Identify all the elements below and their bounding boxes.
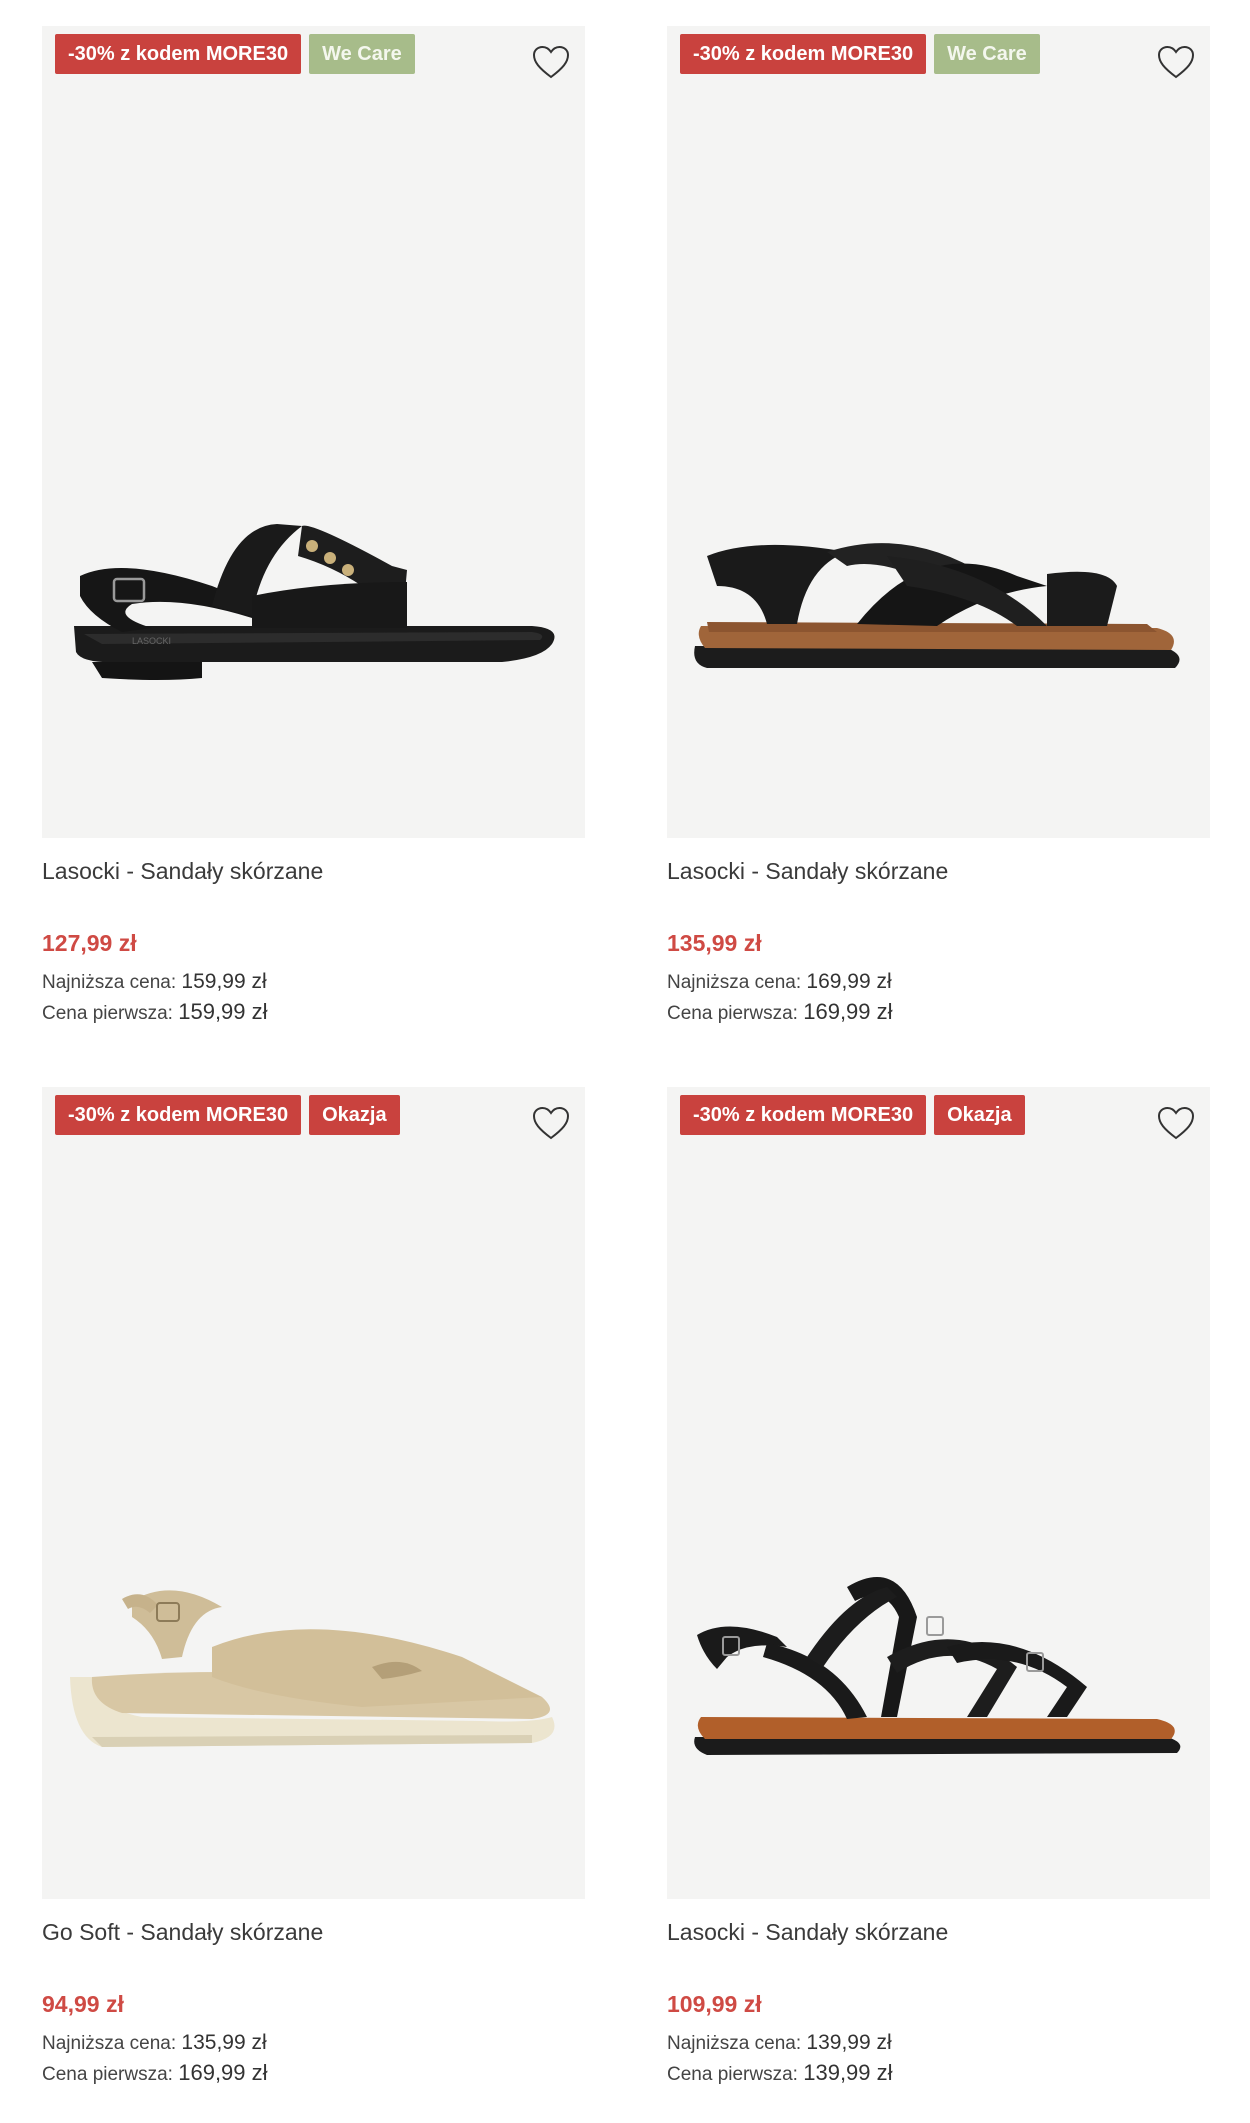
lowest-price-row: Najniższa cena: 159,99 zł (42, 967, 585, 997)
promo-badge: -30% z kodem MORE30 (55, 1095, 302, 1135)
badge-group: -30% z kodem MORE30 Okazja (680, 1095, 1025, 1135)
product-price: 135,99 zł (667, 930, 762, 956)
deal-badge: Okazja (309, 1095, 400, 1135)
product-name[interactable]: Lasocki - Sandały skórzane (667, 1919, 1210, 1949)
lowest-price-value: 169,99 zł (806, 970, 892, 993)
lowest-price-label: Najniższa cena: (42, 2033, 177, 2054)
product-price: 127,99 zł (42, 930, 137, 956)
lowest-price-row: Najniższa cena: 139,99 zł (667, 2028, 1210, 2058)
first-price-row: Cena pierwsza: 169,99 zł (42, 2058, 585, 2088)
sandal-image: LASOCKI (74, 524, 555, 680)
deal-badge: Okazja (934, 1095, 1025, 1135)
lowest-price-label: Najniższa cena: (667, 2033, 802, 2054)
sandal-image (694, 1577, 1181, 1755)
product-name[interactable]: Lasocki - Sandały skórzane (667, 858, 1210, 888)
product-name[interactable]: Go Soft - Sandały skórzane (42, 1919, 585, 1949)
first-price-value: 139,99 zł (803, 2060, 893, 2085)
lowest-price-label: Najniższa cena: (667, 972, 802, 993)
first-price-row: Cena pierwsza: 139,99 zł (667, 2058, 1210, 2088)
promo-badge: -30% z kodem MORE30 (680, 34, 927, 74)
product-card[interactable]: -30% z kodem MORE30 We Care LASOCKI Laso… (42, 26, 585, 1027)
badge-group: -30% z kodem MORE30 Okazja (55, 1095, 400, 1135)
first-price-label: Cena pierwsza: (667, 2064, 798, 2085)
insole-brand-mark: LASOCKI (132, 636, 171, 646)
product-name[interactable]: Lasocki - Sandały skórzane (42, 858, 585, 888)
heart-outline-icon[interactable] (531, 44, 571, 80)
product-card[interactable]: -30% z kodem MORE30 We Care Lasocki - Sa… (667, 26, 1210, 1027)
first-price-row: Cena pierwsza: 159,99 zł (42, 997, 585, 1027)
product-price: 109,99 zł (667, 1991, 762, 2017)
product-price: 94,99 zł (42, 1991, 124, 2017)
badge-group: -30% z kodem MORE30 We Care (680, 34, 1040, 74)
sandal-image (694, 543, 1180, 668)
product-image[interactable]: -30% z kodem MORE30 Okazja (667, 1087, 1210, 1899)
first-price-row: Cena pierwsza: 169,99 zł (667, 997, 1210, 1027)
first-price-value: 169,99 zł (178, 2060, 268, 2085)
lowest-price-value: 139,99 zł (806, 2031, 892, 2054)
promo-badge: -30% z kodem MORE30 (680, 1095, 927, 1135)
badge-group: -30% z kodem MORE30 We Care (55, 34, 415, 74)
first-price-label: Cena pierwsza: (42, 1003, 173, 1024)
sandal-image (70, 1590, 555, 1747)
first-price-value: 169,99 zł (803, 999, 893, 1024)
product-image[interactable]: -30% z kodem MORE30 We Care LASOCKI (42, 26, 585, 838)
lowest-price-value: 135,99 zł (181, 2031, 267, 2054)
first-price-value: 159,99 zł (178, 999, 268, 1024)
first-price-label: Cena pierwsza: (667, 1003, 798, 1024)
we-care-badge: We Care (309, 34, 415, 74)
product-card[interactable]: -30% z kodem MORE30 Okazja Go Soft - San… (42, 1087, 585, 2088)
we-care-badge: We Care (934, 34, 1040, 74)
lowest-price-label: Najniższa cena: (42, 972, 177, 993)
product-image[interactable]: -30% z kodem MORE30 Okazja (42, 1087, 585, 1899)
lowest-price-row: Najniższa cena: 169,99 zł (667, 967, 1210, 997)
product-image[interactable]: -30% z kodem MORE30 We Care (667, 26, 1210, 838)
promo-badge: -30% z kodem MORE30 (55, 34, 302, 74)
heart-outline-icon[interactable] (1156, 1105, 1196, 1141)
heart-outline-icon[interactable] (1156, 44, 1196, 80)
lowest-price-value: 159,99 zł (181, 970, 267, 993)
product-grid: -30% z kodem MORE30 We Care LASOCKI Laso… (0, 0, 1250, 2123)
heart-outline-icon[interactable] (531, 1105, 571, 1141)
product-card[interactable]: -30% z kodem MORE30 Okazja Lasocki - San (667, 1087, 1210, 2088)
lowest-price-row: Najniższa cena: 135,99 zł (42, 2028, 585, 2058)
first-price-label: Cena pierwsza: (42, 2064, 173, 2085)
